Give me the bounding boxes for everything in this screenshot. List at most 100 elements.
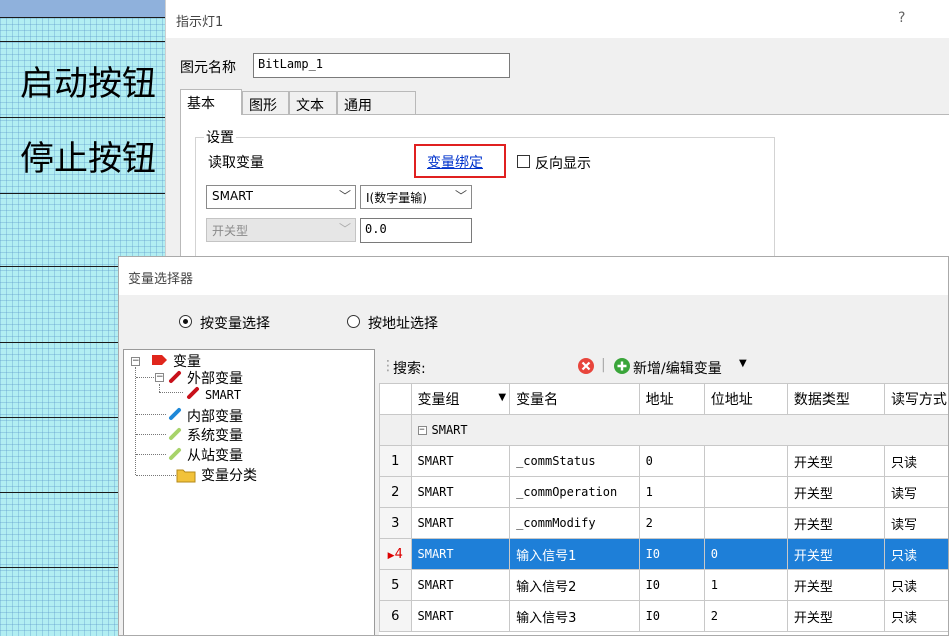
tab-graphics[interactable]: 图形 [242,91,289,115]
cell-group: SMART [410,507,511,539]
pen-green-icon [169,448,181,460]
add-icon [614,358,630,374]
tree-node-category[interactable]: 变量分类 [201,465,257,485]
group-row-cell: − SMART [410,414,948,446]
canvas-gridline [0,17,165,18]
column-header-rw-mode[interactable]: 读写方式 [883,383,948,415]
tree-guide [159,392,183,393]
dialog-title: 指示灯1 [176,15,224,30]
pen-blue-icon [169,408,181,420]
caret-down-icon[interactable]: ▼ [739,358,747,369]
collapse-toggle[interactable]: − [417,426,427,435]
toolbar-separator: | [601,357,606,373]
cell-group: SMART [410,569,511,601]
data-type-select-value: 开关型 [212,224,249,238]
cell-name: 输入信号1 [509,538,640,570]
row-number: 6 [379,600,412,632]
element-name-input[interactable]: BitLamp_1 [253,53,510,78]
start-button-label[interactable]: 启动按钮 [20,56,156,105]
register-area-select[interactable]: I(数字量输) ﹀ [360,185,472,209]
cell-rw-mode: 只读 [883,569,948,601]
settings-group-title: 设置 [204,127,236,147]
tree-guide [136,414,166,415]
cell-bit-address [703,476,788,508]
address-input[interactable]: 0.0 [360,218,472,243]
cell-bit-address: 0 [703,538,788,570]
column-header-name[interactable]: 变量名 [509,383,640,415]
select-by-address-radio[interactable] [347,315,360,328]
table-row[interactable]: 6 SMART 输入信号3 I0 2 开关型 只读 [379,600,948,632]
table-row[interactable]: 1 SMART _commStatus 0 开关型 只读 [379,445,948,477]
variable-tree: − 变量 − 外部变量 SMART 内部变量 系统变量 从站变量 变量分类 [123,349,375,635]
column-header-group[interactable]: 变量组 ▼ [410,383,511,415]
variable-toolbar: ⋮ 搜索: | 新增/编辑变量 ▼ [377,349,948,381]
column-header-address[interactable]: 地址 [638,383,705,415]
register-area-select-value: I(数字量输) [366,191,427,205]
cell-address: I0 [638,538,705,570]
current-row-marker-icon: ▶ [387,550,395,561]
pen-icon [169,371,181,383]
dialog-titlebar[interactable]: 指示灯1 ? [166,0,949,38]
tab-basic[interactable]: 基本 [180,89,242,115]
cell-address: 2 [638,507,705,539]
variable-grid: 变量组 ▼ 变量名 地址 位地址 数据类型 读写方式 − SMART 1 SMA… [379,383,948,635]
row-number: 2 [379,476,412,508]
table-row[interactable]: 3 SMART _commModify 2 开关型 读写 [379,507,948,539]
collapse-toggle[interactable]: − [131,357,140,366]
row-number: 5 [379,569,412,601]
column-header-bit-address[interactable]: 位地址 [703,383,788,415]
group-row-label: SMART [431,423,468,437]
select-by-variable-radio[interactable] [179,315,192,328]
add-edit-variable-button[interactable]: 新增/编辑变量 [633,358,722,378]
tree-guide [136,434,166,435]
cell-rw-mode: 只读 [883,600,948,632]
tree-guide [136,377,154,378]
cell-name: _commOperation [509,476,640,508]
chevron-down-icon: ﹀ [338,222,351,236]
tree-node-slave[interactable]: 从站变量 [187,445,243,465]
cell-data-type: 开关型 [786,538,885,570]
table-row[interactable]: 5 SMART 输入信号2 I0 1 开关型 只读 [379,569,948,601]
tab-text[interactable]: 文本 [289,91,337,115]
highlight-box [414,144,506,178]
stop-button-label[interactable]: 停止按钮 [20,131,156,180]
tab-panel-basic: 设置 读取变量 变量绑定 反向显示 SMART ﹀ I(数字量输) ﹀ 开关型 … [180,114,949,256]
column-header-label: 变量组 [417,392,460,408]
cell-name: _commStatus [509,445,640,477]
tree-guide [135,367,136,475]
collapse-toggle[interactable]: − [155,373,164,382]
variable-table: 变量组 ▼ 变量名 地址 位地址 数据类型 读写方式 − SMART 1 SMA… [379,383,948,632]
help-icon[interactable]: ? [898,10,905,26]
tab-general[interactable]: 通用 [337,91,416,115]
cell-name: 输入信号2 [509,569,640,601]
variable-list-pane: ⋮ 搜索: | 新增/编辑变量 ▼ 变量组 ▼ 变量名 地址 位地址 数据类型 … [377,349,948,635]
clear-icon[interactable] [577,357,595,375]
data-type-select: 开关型 ﹀ [206,218,356,242]
cell-rw-mode: 只读 [883,538,948,570]
filter-dropdown-icon[interactable]: ▼ [498,392,506,403]
table-row-selected[interactable]: ▶4 SMART 输入信号1 I0 0 开关型 只读 [379,538,948,570]
tree-node-system[interactable]: 系统变量 [187,425,243,445]
device-select[interactable]: SMART ﹀ [206,185,356,209]
device-select-value: SMART [212,189,253,203]
column-header-data-type[interactable]: 数据类型 [786,383,885,415]
cell-name: _commModify [509,507,640,539]
cell-data-type: 开关型 [786,476,885,508]
variable-selector-dialog: 变量选择器 按变量选择 按地址选择 − 变量 − 外部变量 SMART 内部变量… [118,256,949,636]
table-header-row: 变量组 ▼ 变量名 地址 位地址 数据类型 读写方式 [379,383,948,415]
folder-icon [176,469,196,483]
dialog-titlebar[interactable]: 变量选择器 [119,257,948,295]
group-row[interactable]: − SMART [379,414,948,446]
element-name-label: 图元名称 [180,60,236,76]
reverse-display-checkbox[interactable] [517,155,530,168]
table-row[interactable]: 2 SMART _commOperation 1 开关型 读写 [379,476,948,508]
tree-node-external[interactable]: 外部变量 [187,368,243,388]
chevron-down-icon: ﹀ [338,189,351,203]
read-variable-label: 读取变量 [208,155,264,171]
tree-node-internal[interactable]: 内部变量 [187,406,243,426]
select-by-variable-label: 按变量选择 [200,316,270,332]
tag-red-icon [152,355,167,365]
tree-node-smart[interactable]: SMART [205,388,241,402]
cell-bit-address: 1 [703,569,788,601]
chevron-down-icon: ﹀ [454,189,467,203]
